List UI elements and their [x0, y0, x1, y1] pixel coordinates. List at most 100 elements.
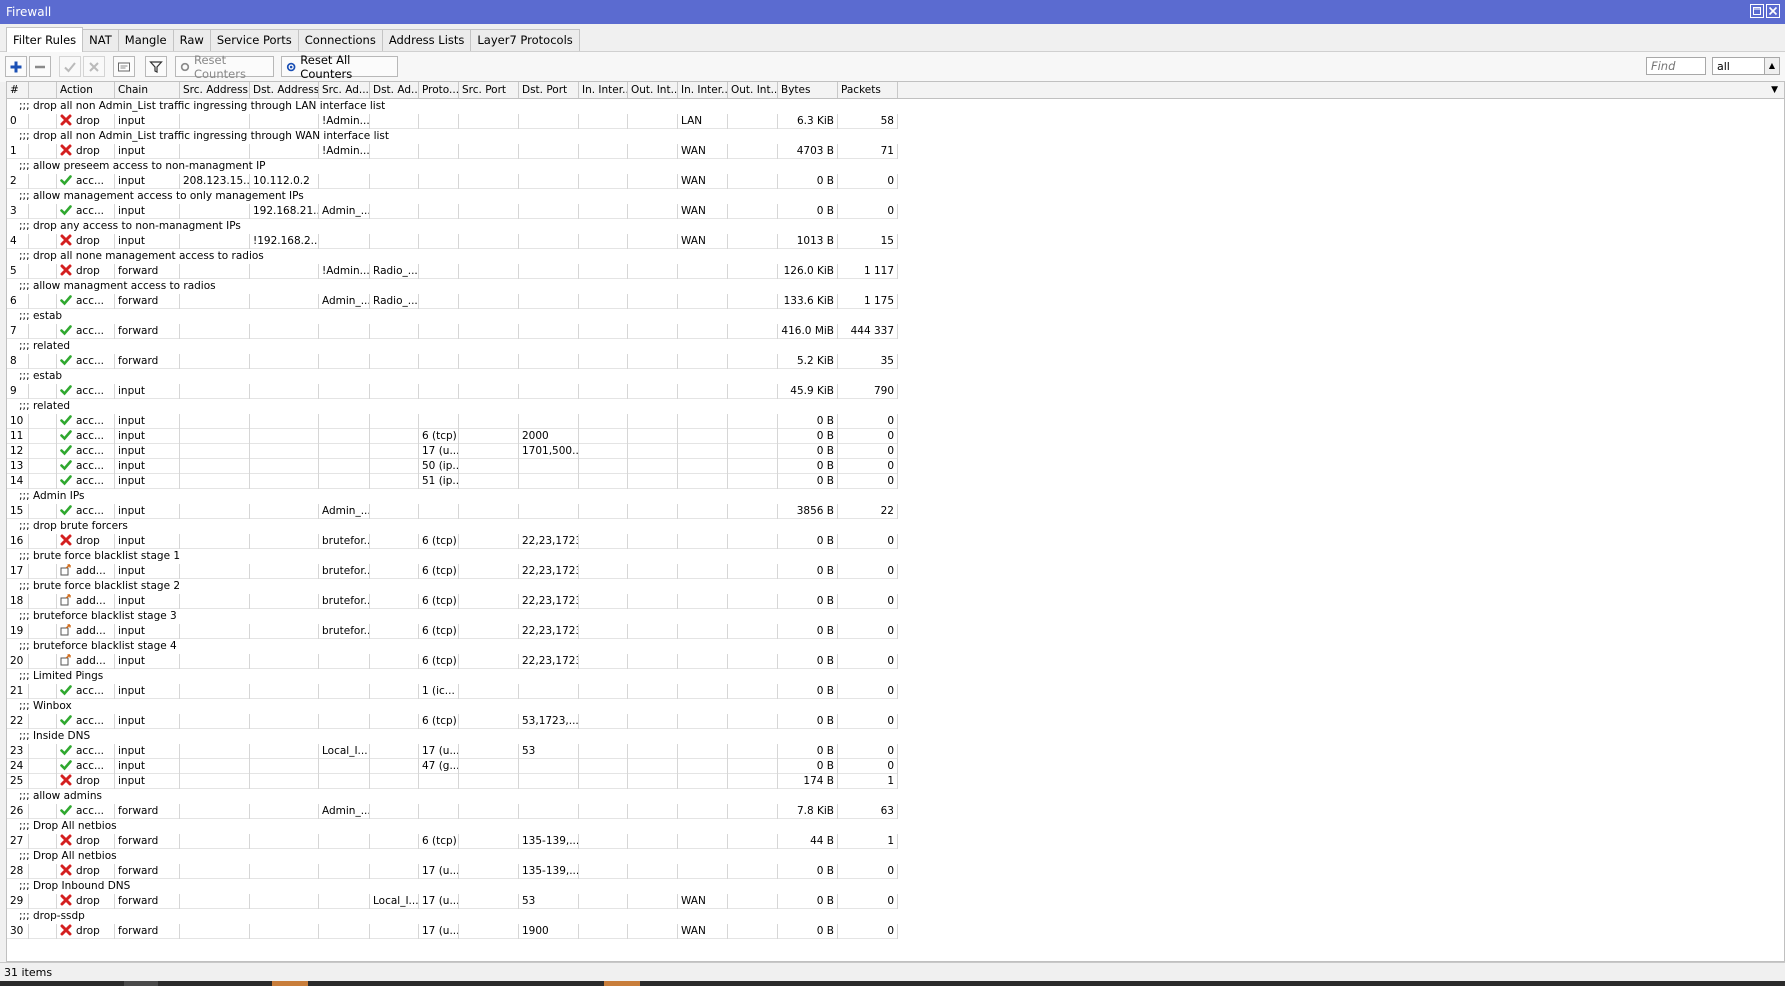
- column-header[interactable]: Out. Int...: [728, 82, 778, 98]
- rule-comment[interactable]: ;;; estab: [7, 369, 1784, 384]
- table-row[interactable]: 17 add... input brutefor... 6 (tcp) 22,23,172…: [7, 564, 1784, 579]
- rule-comment[interactable]: ;;; allow management access to only mana…: [7, 189, 1784, 204]
- tab-filter-rules[interactable]: Filter Rules: [6, 27, 84, 52]
- column-header[interactable]: Src. Address: [180, 82, 250, 98]
- table-row[interactable]: 18 add... input brutefor... 6 (tcp) 22,23,172…: [7, 594, 1784, 609]
- table-row[interactable]: 9 acc... input 45.9 KiB 790: [7, 384, 1784, 399]
- filter-select[interactable]: all ▲: [1712, 57, 1780, 75]
- table-row[interactable]: 4 drop input !192.168.2... WAN 1013 B 15: [7, 234, 1784, 249]
- rule-comment[interactable]: ;;; Drop All netbios: [7, 849, 1784, 864]
- rule-comment[interactable]: ;;; Limited Pings: [7, 669, 1784, 684]
- table-row[interactable]: 25 drop input 174 B1: [7, 774, 1784, 789]
- table-row[interactable]: 28 drop forward 17 (u... 135-139,... 0 B0: [7, 864, 1784, 879]
- filter-button[interactable]: [145, 56, 167, 77]
- tab-service-ports[interactable]: Service Ports: [209, 29, 299, 51]
- rule-comment[interactable]: ;;; allow preseem access to non-managmen…: [7, 159, 1784, 174]
- table-row[interactable]: 0 drop input !Admin... LAN 6.3 KiB 58: [7, 114, 1784, 129]
- remove-rule-button[interactable]: [29, 56, 51, 77]
- add-rule-button[interactable]: [5, 56, 27, 77]
- column-header[interactable]: Src. Port: [459, 82, 519, 98]
- rule-comment[interactable]: ;;; bruteforce blacklist stage 4: [7, 639, 1784, 654]
- table-row[interactable]: 13 acc... input 50 (ip... 0 B0: [7, 459, 1784, 474]
- column-menu-arrow-icon[interactable]: ▼: [1771, 85, 1778, 95]
- tab-mangle[interactable]: Mangle: [117, 29, 174, 51]
- find-input[interactable]: [1646, 57, 1706, 75]
- column-header[interactable]: Proto...: [419, 82, 459, 98]
- tab-nat[interactable]: NAT: [82, 29, 119, 51]
- column-header[interactable]: Dst. Address: [250, 82, 319, 98]
- rule-comment[interactable]: ;;; drop all non Admin_List traffic ingr…: [7, 99, 1784, 114]
- rule-comment[interactable]: ;;; allow managment access to radios: [7, 279, 1784, 294]
- table-row[interactable]: 15 acc... input Admin_... 3856 B 22: [7, 504, 1784, 519]
- table-row[interactable]: 2 acc... input 208.123.15... 10.112.0.2 WAN 0 …: [7, 174, 1784, 189]
- column-header[interactable]: Packets: [838, 82, 898, 98]
- flag-cell: [29, 534, 57, 549]
- table-row[interactable]: 5 drop forward !Admin... Radio_... 126.0 KiB 1…: [7, 264, 1784, 279]
- table-row[interactable]: 7 acc... forward 416.0 MiB 444 337: [7, 324, 1784, 339]
- disable-rule-button[interactable]: [83, 56, 105, 77]
- table-row[interactable]: 29 drop forward Local_I... 17 (u... 53 WAN 0 B0: [7, 894, 1784, 909]
- table-row[interactable]: 27 drop forward 6 (tcp) 135-139,... 44 B1: [7, 834, 1784, 849]
- table-row[interactable]: 1 drop input !Admin... WAN 4703 B 71: [7, 144, 1784, 159]
- column-header[interactable]: #: [7, 82, 29, 98]
- table-row[interactable]: 3 acc... input 192.168.21... Admin_... WAN 0 B…: [7, 204, 1784, 219]
- table-row[interactable]: 8 acc... forward 5.2 KiB 35: [7, 354, 1784, 369]
- table-row[interactable]: 23 acc... input Local_I... 17 (u... 53 0 B0: [7, 744, 1784, 759]
- table-row[interactable]: 11 acc... input 6 (tcp) 2000 0 B0: [7, 429, 1784, 444]
- table-row[interactable]: 22 acc... input 6 (tcp) 53,1723,... 0 B0: [7, 714, 1784, 729]
- table-row[interactable]: 14 acc... input 51 (ip... 0 B0: [7, 474, 1784, 489]
- tab-raw[interactable]: Raw: [172, 29, 211, 51]
- table-row[interactable]: 24 acc... input 47 (g... 0 B0: [7, 759, 1784, 774]
- tab-connections[interactable]: Connections: [297, 29, 383, 51]
- column-header[interactable]: [29, 82, 57, 98]
- maximize-button[interactable]: [1750, 4, 1764, 18]
- rule-comment[interactable]: ;;; Drop All netbios: [7, 819, 1784, 834]
- rule-comment[interactable]: ;;; drop all non Admin_List traffic ingr…: [7, 129, 1784, 144]
- table-row[interactable]: 30 drop forward 17 (u... 1900 WAN 0 B0: [7, 924, 1784, 939]
- rule-comment[interactable]: ;;; Winbox: [7, 699, 1784, 714]
- table-row[interactable]: 26 acc... forward Admin_... 7.8 KiB 63: [7, 804, 1784, 819]
- close-button[interactable]: [1766, 4, 1780, 18]
- rule-comment[interactable]: ;;; drop-ssdp: [7, 909, 1784, 924]
- reset-counters-button[interactable]: Reset Counters: [175, 53, 274, 81]
- tab-address-lists[interactable]: Address Lists: [381, 29, 472, 51]
- column-header[interactable]: Src. Ad...: [319, 82, 370, 98]
- column-header[interactable]: Bytes: [778, 82, 838, 98]
- out-if-cell: [628, 894, 678, 909]
- rule-comment[interactable]: ;;; Inside DNS: [7, 729, 1784, 744]
- enable-rule-button[interactable]: [59, 56, 81, 77]
- column-header[interactable]: In. Inter...: [579, 82, 628, 98]
- reset-all-counters-button[interactable]: Reset All Counters: [281, 53, 398, 81]
- rule-comment[interactable]: ;;; brute force blacklist stage 1: [7, 549, 1784, 564]
- rule-comment[interactable]: ;;; drop any access to non-managment IPs: [7, 219, 1784, 234]
- table-row[interactable]: 12 acc... input 17 (u... 1701,500... 0 B0: [7, 444, 1784, 459]
- column-header[interactable]: Out. Int...: [628, 82, 678, 98]
- column-header[interactable]: Chain: [115, 82, 180, 98]
- column-header[interactable]: Dst. Port: [519, 82, 579, 98]
- rule-comment[interactable]: ;;; drop brute forcers: [7, 519, 1784, 534]
- rule-comment[interactable]: ;;; bruteforce blacklist stage 3: [7, 609, 1784, 624]
- table-row[interactable]: 21 acc... input 1 (ic... 0 B0: [7, 684, 1784, 699]
- table-row[interactable]: 6 acc... forward Admin_... Radio_... 133.6 Ki…: [7, 294, 1784, 309]
- in-if-cell: [579, 444, 628, 459]
- rule-comment[interactable]: ;;; estab: [7, 309, 1784, 324]
- table-row[interactable]: 19 add... input brutefor... 6 (tcp) 22,23,172…: [7, 624, 1784, 639]
- rule-comment[interactable]: ;;; Admin IPs: [7, 489, 1784, 504]
- chain-cell: forward: [115, 354, 180, 369]
- column-header[interactable]: Dst. Ad...: [370, 82, 419, 98]
- table-row[interactable]: 16 drop input brutefor... 6 (tcp) 22,23,1723 0…: [7, 534, 1784, 549]
- rule-comment[interactable]: ;;; Drop Inbound DNS: [7, 879, 1784, 894]
- rule-comment[interactable]: ;;; related: [7, 399, 1784, 414]
- column-header[interactable]: In. Inter...: [678, 82, 728, 98]
- rule-comment[interactable]: ;;; drop all none management access to r…: [7, 249, 1784, 264]
- table-row[interactable]: 10 acc... input 0 B0: [7, 414, 1784, 429]
- rule-comment[interactable]: ;;; brute force blacklist stage 2: [7, 579, 1784, 594]
- rule-comment[interactable]: ;;; related: [7, 339, 1784, 354]
- column-header[interactable]: Action: [57, 82, 115, 98]
- rule-comment[interactable]: ;;; allow admins: [7, 789, 1784, 804]
- packets-cell: 58: [838, 114, 898, 129]
- tab-layer7-protocols[interactable]: Layer7 Protocols: [470, 29, 580, 51]
- table-row[interactable]: 20 add... input 6 (tcp) 22,23,1723 0 B0: [7, 654, 1784, 669]
- comment-button[interactable]: [113, 56, 135, 77]
- in-if-list-cell: [678, 294, 728, 309]
